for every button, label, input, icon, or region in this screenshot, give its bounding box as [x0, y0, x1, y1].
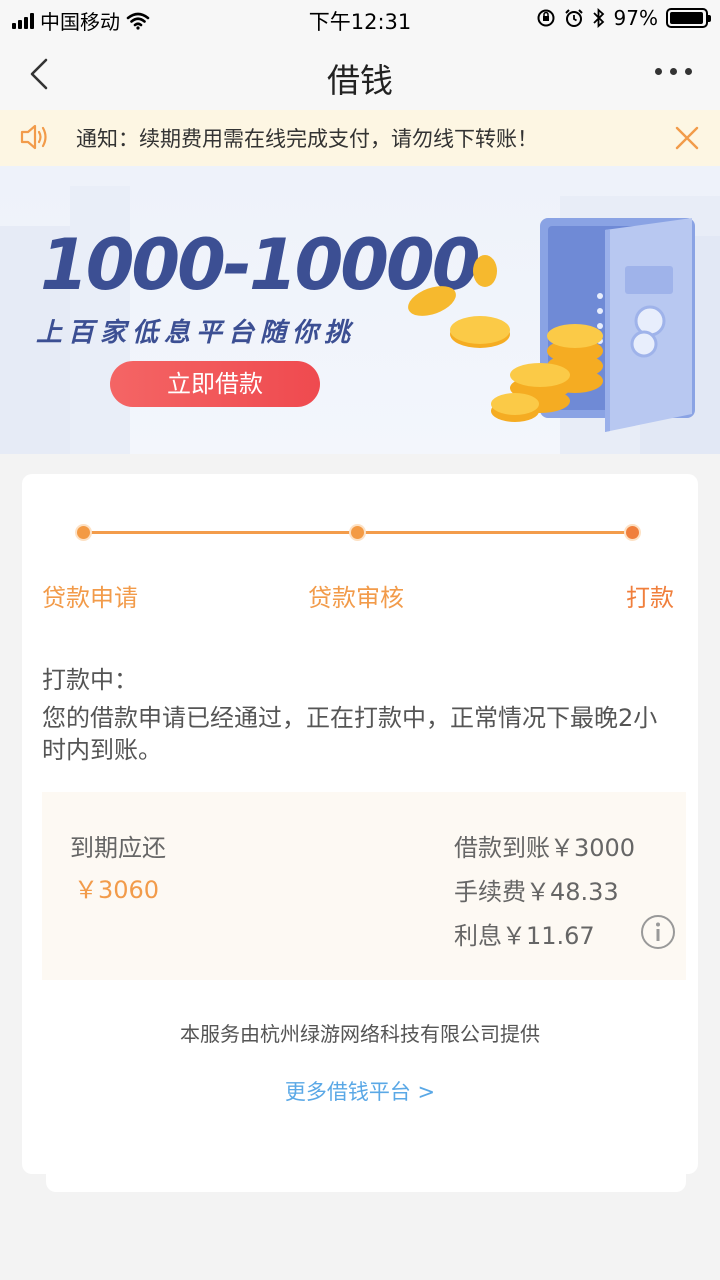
notice-bar: 通知：续期费用需在线完成支付，请勿线下转账！ — [0, 110, 720, 166]
bluetooth-icon — [592, 8, 604, 28]
more-platforms-link[interactable]: 更多借钱平台 > — [22, 1076, 698, 1106]
status-description: 您的借款申请已经通过，正在打款中，正常情况下最晚2小时内到账。 — [42, 704, 658, 764]
status-right: 97% — [536, 6, 711, 30]
banner-subline: 上百家低息平台随你挑 — [36, 318, 357, 348]
status-bar: 中国移动 下午12:31 97% — [0, 0, 720, 38]
status-title: 打款中： — [42, 666, 138, 694]
interest: 利息￥11.67 — [454, 922, 595, 950]
due-label: 到期应还 — [70, 834, 166, 862]
loan-received: 借款到账￥3000 — [454, 834, 636, 862]
rotation-lock-icon — [537, 9, 555, 27]
step-label-payout: 打款 — [626, 584, 674, 612]
step-label-review: 贷款审核 — [308, 584, 404, 612]
page-title: 借钱 — [327, 61, 393, 100]
repayment-summary: 到期应还 ￥3060 借款到账￥3000 手续费￥48.33 利息￥11.67 — [42, 792, 686, 980]
close-icon[interactable] — [674, 125, 700, 151]
safe-with-coins-illustration — [408, 218, 695, 432]
due-amount: ￥3060 — [74, 876, 160, 904]
step-dot-payout — [624, 524, 641, 541]
loan-status-card: 贷款申请 贷款审核 打款 打款中： 您的借款申请已经通过，正在打款中，正常情况下… — [22, 474, 698, 1174]
promo-banner[interactable]: 1000-10000 上百家低息平台随你挑 立即借款 — [0, 166, 720, 454]
service-fee: 手续费￥48.33 — [454, 878, 619, 906]
alarm-icon — [564, 9, 583, 27]
step-dot-review — [349, 524, 366, 541]
provider-text: 本服务由杭州绿游网络科技有限公司提供 — [180, 1022, 540, 1046]
nav-bar: 借钱 — [0, 38, 720, 110]
battery-percent: 97% — [613, 6, 658, 30]
apply-loan-button[interactable]: 立即借款 — [110, 361, 320, 407]
info-icon[interactable] — [640, 914, 676, 950]
step-dot-apply — [75, 524, 92, 541]
speaker-icon — [20, 124, 47, 150]
more-options-icon[interactable] — [655, 68, 692, 75]
step-label-apply: 贷款申请 — [42, 584, 138, 612]
battery-icon — [666, 8, 711, 28]
notice-text: 通知：续期费用需在线完成支付，请勿线下转账！ — [76, 127, 538, 151]
